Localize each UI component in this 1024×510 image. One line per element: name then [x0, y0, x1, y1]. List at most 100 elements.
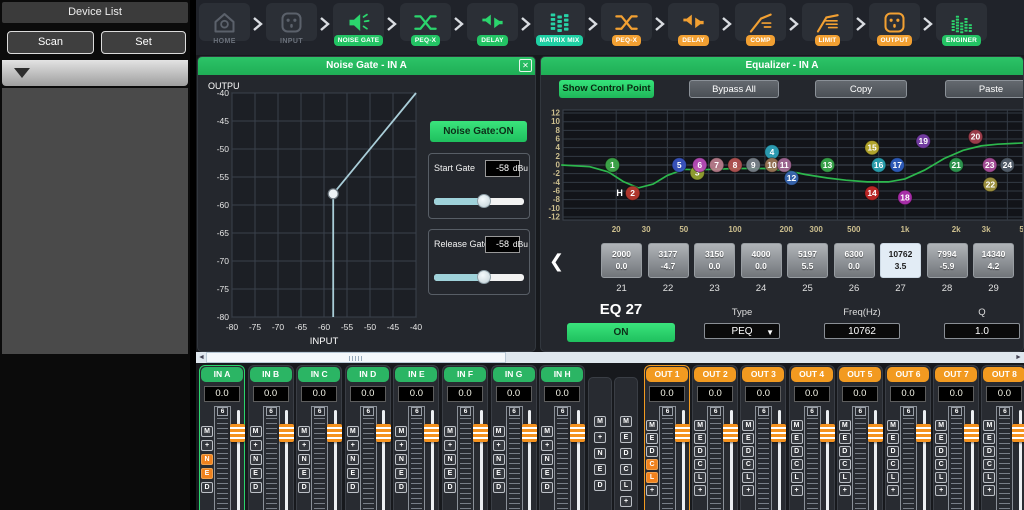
fader-slider[interactable] [678, 410, 688, 510]
channel-strip-in-e[interactable]: IN E0.0M+NED6-64 [393, 365, 439, 510]
channel-label[interactable]: IN C [298, 367, 340, 382]
channel-strip-out-7[interactable]: OUT 70.0MEDCL+6-64 [933, 365, 979, 510]
fader-slider[interactable] [282, 410, 292, 510]
fader-slider[interactable] [726, 410, 736, 510]
channel-button-m[interactable]: M [742, 420, 754, 431]
toolbar-item-peq-x[interactable]: PEQ-X [399, 3, 452, 46]
channel-button-plus[interactable]: + [395, 440, 407, 451]
eq-point-18[interactable]: 18 [898, 190, 912, 204]
fader-handle[interactable] [376, 424, 391, 442]
channel-button-e[interactable]: E [646, 433, 658, 444]
channel-button-plus[interactable]: + [444, 440, 456, 451]
eq-point-2[interactable]: 2 [625, 186, 639, 200]
eq-point-17[interactable]: 17 [890, 158, 904, 172]
fader-slider[interactable] [476, 410, 486, 510]
channel-button-e[interactable]: E [250, 468, 262, 479]
toolbar-item-delay[interactable]: DELAY [466, 3, 519, 46]
channel-button-plus[interactable]: + [347, 440, 359, 451]
gate-threshold-handle[interactable] [328, 189, 338, 199]
channel-button-l[interactable]: L [935, 472, 947, 483]
eq-point-21[interactable]: 21 [949, 158, 963, 172]
eq-point-11[interactable]: 11 [777, 158, 791, 172]
toolbar-item-enginer[interactable]: ENGINER [935, 3, 988, 46]
bypass-all-button[interactable]: Bypass All [689, 80, 779, 98]
channel-gain-value[interactable]: 0.0 [447, 386, 483, 402]
channel-button-plus[interactable]: + [250, 440, 262, 451]
channel-button-n[interactable]: N [541, 454, 553, 465]
fader-handle[interactable] [723, 424, 738, 442]
band-on-button[interactable]: ON [567, 323, 675, 342]
channel-gain-value[interactable]: 0.0 [204, 386, 240, 402]
channel-button-plus[interactable]: + [620, 496, 632, 507]
channel-button-plus[interactable]: + [839, 485, 851, 496]
band-cell-22[interactable]: 3177-4.7 [648, 243, 689, 278]
channel-strip-out-3[interactable]: OUT 30.0MEDCL+6-64 [740, 365, 786, 510]
channel-button-e[interactable]: E [935, 433, 947, 444]
channel-button-plus[interactable]: + [493, 440, 505, 451]
eq-point-19[interactable]: 19 [916, 134, 930, 148]
close-icon[interactable]: ✕ [519, 59, 532, 72]
channel-button-d[interactable]: D [493, 482, 505, 493]
channel-button-c[interactable]: C [742, 459, 754, 470]
channel-button-m[interactable]: M [935, 420, 947, 431]
channel-button-plus[interactable]: + [694, 485, 706, 496]
fader-slider[interactable] [1015, 410, 1024, 510]
toolbar-item-output[interactable]: OUTPUT [868, 3, 921, 46]
eq-point-20[interactable]: 20 [968, 130, 982, 144]
channel-button-m[interactable]: M [983, 420, 995, 431]
channel-button-m[interactable]: M [791, 420, 803, 431]
fader-handle[interactable] [916, 424, 931, 442]
channel-button-e[interactable]: E [541, 468, 553, 479]
channel-button-d[interactable]: D [444, 482, 456, 493]
channel-button-l[interactable]: L [646, 472, 658, 483]
channel-button-e[interactable]: E [791, 433, 803, 444]
fader-slider[interactable] [233, 410, 243, 510]
channel-label[interactable]: OUT 4 [791, 367, 833, 382]
channel-button-l[interactable]: L [839, 472, 851, 483]
channel-strip-out-1[interactable]: OUT 10.0MEDCL+6-64 [644, 365, 690, 510]
channel-label[interactable]: IN B [250, 367, 292, 382]
channel-button-plus[interactable]: + [887, 485, 899, 496]
band-cell-25[interactable]: 51975.5 [787, 243, 828, 278]
channel-button-e[interactable]: E [594, 464, 606, 475]
channel-button-d[interactable]: D [935, 446, 947, 457]
fader-handle[interactable] [230, 424, 245, 442]
channel-button-m[interactable]: M [493, 426, 505, 437]
channel-button-e[interactable]: E [620, 432, 632, 443]
q-input[interactable]: 1.0 [944, 323, 1020, 339]
band-cell-27[interactable]: 107623.5 [880, 243, 921, 278]
channel-button-d[interactable]: D [887, 446, 899, 457]
toolbar-item-limit[interactable]: LIMIT [801, 3, 854, 46]
channel-button-m[interactable]: M [839, 420, 851, 431]
slider-handle[interactable] [477, 270, 491, 284]
channel-button-e[interactable]: E [493, 468, 505, 479]
channel-strip-in-f[interactable]: IN F0.0M+NED6-64 [442, 365, 488, 510]
channel-button-n[interactable]: N [594, 448, 606, 459]
channel-button-d[interactable]: D [298, 482, 310, 493]
toolbar-item-peq-x[interactable]: PEQ-X [600, 3, 653, 46]
fader-handle[interactable] [820, 424, 835, 442]
channel-button-n[interactable]: N [347, 454, 359, 465]
eq-point-16[interactable]: 16 [871, 158, 885, 172]
channel-strip-out-2[interactable]: OUT 20.0MEDCL+6-64 [692, 365, 738, 510]
channel-button-plus[interactable]: + [201, 440, 213, 451]
channel-button-l[interactable]: L [694, 472, 706, 483]
band-cell-28[interactable]: 7994-5.9 [927, 243, 968, 278]
channel-label[interactable]: IN H [541, 367, 583, 382]
channel-button-c[interactable]: C [791, 459, 803, 470]
channel-button-m[interactable]: M [887, 420, 899, 431]
channel-label[interactable]: OUT 2 [694, 367, 736, 382]
channel-button-plus[interactable]: + [298, 440, 310, 451]
channel-gain-value[interactable]: 0.0 [938, 386, 974, 402]
channel-button-d[interactable]: D [250, 482, 262, 493]
fader-slider[interactable] [967, 410, 977, 510]
device-dropdown[interactable] [2, 60, 188, 86]
toolbar-item-comp[interactable]: COMP [734, 3, 787, 46]
channel-button-plus[interactable]: + [594, 432, 606, 443]
eq-point-13[interactable]: 13 [820, 158, 834, 172]
copy-button[interactable]: Copy [815, 80, 907, 98]
channel-strip-in-h[interactable]: IN H0.0M+NED6-64 [539, 365, 585, 510]
channel-button-c[interactable]: C [694, 459, 706, 470]
eq-point-7[interactable]: 7 [709, 158, 723, 172]
channel-button-l[interactable]: L [791, 472, 803, 483]
